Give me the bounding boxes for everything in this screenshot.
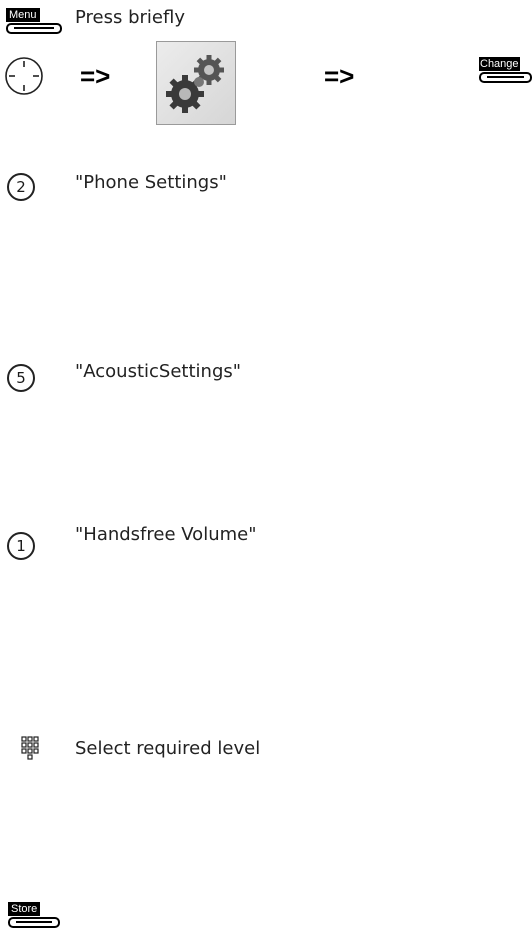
step-number-1: 1 [7, 532, 35, 560]
handsfree-volume-text: "Handsfree Volume" [75, 524, 257, 545]
menu-softkey-label: Menu [6, 8, 40, 22]
acoustic-settings-text: "AcousticSettings" [75, 361, 242, 382]
step-number-5: 5 [7, 364, 35, 392]
store-softkey-button-icon [8, 917, 60, 928]
arrow-2: => [324, 61, 355, 91]
change-softkey-button-icon [479, 72, 532, 83]
phone-settings-text: "Phone Settings" [75, 172, 227, 193]
settings-gears-icon [156, 41, 236, 125]
menu-softkey-button-icon [6, 23, 62, 34]
select-level-text: Select required level [75, 738, 261, 759]
menu-softkey[interactable]: Menu [6, 3, 62, 34]
keypad-icon [21, 736, 39, 760]
change-softkey-label: Change [479, 57, 520, 71]
arrow-1: => [80, 61, 111, 91]
step-number-2: 2 [7, 173, 35, 201]
press-briefly-text: Press briefly [75, 7, 185, 28]
store-softkey[interactable]: Store [8, 897, 60, 928]
navigation-key-icon [5, 57, 43, 95]
change-softkey[interactable]: Change [479, 52, 532, 83]
store-softkey-label: Store [8, 902, 41, 916]
